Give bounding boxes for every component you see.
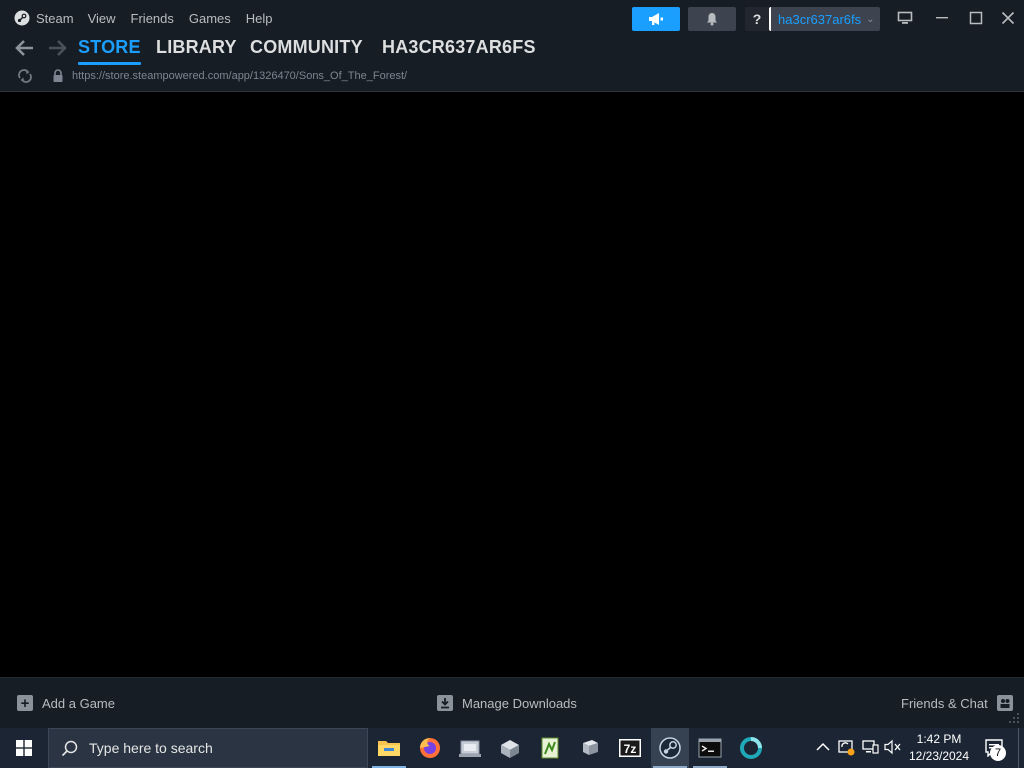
announcements-button[interactable] bbox=[632, 7, 680, 31]
search-placeholder: Type here to search bbox=[89, 740, 213, 756]
menu-bar: Steam View Friends Games Help bbox=[14, 0, 288, 36]
tab-store[interactable]: STORE bbox=[78, 37, 141, 65]
notepad-icon bbox=[541, 737, 559, 759]
menu-view[interactable]: View bbox=[88, 11, 116, 26]
arrow-right-icon bbox=[49, 40, 67, 56]
taskbar-clock[interactable]: 1:42 PM 12/23/2024 bbox=[905, 731, 973, 765]
volume-muted-icon bbox=[884, 739, 901, 755]
start-button[interactable] bbox=[0, 728, 48, 768]
notifications-button[interactable] bbox=[688, 7, 736, 31]
firefox-icon bbox=[420, 738, 440, 758]
windows-taskbar: Type here to search 7z 1:42 PM 12/23/202… bbox=[0, 728, 1024, 768]
bottom-bar: + Add a Game Manage Downloads Friends & … bbox=[0, 677, 1024, 728]
friends-chat-button[interactable]: Friends & Chat bbox=[901, 695, 1013, 711]
windows-logo-icon bbox=[16, 740, 32, 756]
drive-icon bbox=[583, 740, 598, 755]
tray-network[interactable] bbox=[861, 738, 879, 756]
terminal-icon bbox=[698, 738, 722, 758]
reload-icon[interactable] bbox=[17, 69, 33, 83]
title-bar: Steam View Friends Games Help ? ha3cr637… bbox=[0, 0, 1024, 36]
forward-button[interactable] bbox=[46, 38, 68, 58]
menu-help[interactable]: Help bbox=[246, 11, 273, 26]
notification-count-badge: 7 bbox=[990, 745, 1006, 761]
chevron-down-icon: ⌄ bbox=[866, 13, 875, 25]
chevron-up-icon bbox=[816, 742, 830, 751]
menu-view-label: View bbox=[87, 10, 116, 26]
menu-games-label: Games bbox=[188, 10, 231, 26]
plus-icon: + bbox=[17, 695, 33, 711]
tab-library[interactable]: LIBRARY bbox=[156, 37, 237, 58]
bell-icon bbox=[707, 13, 717, 26]
clock-date: 12/23/2024 bbox=[908, 749, 970, 763]
menu-friends-label: Friends bbox=[130, 10, 174, 26]
maximize-button[interactable] bbox=[963, 6, 989, 30]
update-icon bbox=[838, 740, 855, 756]
manage-downloads-label: Manage Downloads bbox=[462, 695, 577, 711]
tray-volume[interactable] bbox=[884, 738, 902, 756]
menu-help-label: Help bbox=[245, 10, 273, 26]
friends-icon bbox=[996, 695, 1013, 711]
nav-bar: STORE LIBRARY COMMUNITY HA3CR637AR6FS ht… bbox=[0, 36, 1024, 92]
steam-icon bbox=[659, 737, 681, 759]
menu-games[interactable]: Games bbox=[189, 11, 231, 26]
svg-text:7z: 7z bbox=[624, 742, 637, 756]
minimize-button[interactable] bbox=[929, 6, 955, 30]
taskbar-teal-ring[interactable] bbox=[732, 728, 770, 768]
url-bar[interactable]: https://store.steampowered.com/app/13264… bbox=[72, 70, 407, 82]
tab-community[interactable]: COMMUNITY bbox=[250, 37, 363, 58]
minimize-icon bbox=[936, 17, 948, 19]
show-desktop-button[interactable] bbox=[1018, 728, 1024, 768]
account-menu[interactable]: ha3cr637ar6fs ⌄ bbox=[769, 7, 880, 31]
ring-app-icon bbox=[740, 737, 762, 759]
tray-update[interactable] bbox=[837, 738, 855, 756]
add-game-button[interactable]: + Add a Game bbox=[17, 695, 115, 711]
back-button[interactable] bbox=[14, 38, 36, 58]
tab-profile[interactable]: HA3CR637AR6FS bbox=[382, 37, 536, 58]
taskbar-steam[interactable] bbox=[651, 728, 689, 768]
taskbar-search[interactable]: Type here to search bbox=[48, 728, 368, 768]
network-icon bbox=[862, 740, 879, 754]
manage-downloads-button[interactable]: Manage Downloads bbox=[437, 695, 577, 711]
tray-overflow-button[interactable] bbox=[814, 738, 832, 756]
steam-logo-icon bbox=[14, 10, 30, 26]
help-label: ? bbox=[752, 11, 762, 27]
taskbar-app-box[interactable] bbox=[491, 728, 529, 768]
menu-steam[interactable]: Steam bbox=[14, 10, 74, 26]
account-username: ha3cr637ar6fs bbox=[778, 11, 862, 27]
taskbar-app-drive[interactable] bbox=[571, 728, 609, 768]
taskbar-file-explorer[interactable] bbox=[370, 728, 408, 768]
maximize-icon bbox=[969, 11, 983, 25]
folder-icon bbox=[378, 741, 400, 756]
search-icon bbox=[61, 740, 78, 757]
app-window-icon bbox=[459, 740, 481, 757]
clock-time: 1:42 PM bbox=[916, 732, 962, 746]
download-icon bbox=[437, 695, 453, 711]
package-icon bbox=[501, 740, 519, 758]
help-button[interactable]: ? bbox=[745, 7, 769, 31]
menu-steam-label: Steam bbox=[36, 10, 74, 26]
7zip-icon: 7z bbox=[619, 739, 641, 757]
taskbar-app-grey[interactable] bbox=[451, 728, 489, 768]
resize-grip-icon[interactable] bbox=[1008, 712, 1020, 724]
store-page-content bbox=[0, 93, 1024, 677]
monitor-icon bbox=[897, 11, 913, 24]
lock-icon bbox=[53, 69, 63, 82]
taskbar-7zip[interactable]: 7z bbox=[611, 728, 649, 768]
friends-chat-label: Friends & Chat bbox=[901, 695, 988, 711]
big-picture-button[interactable] bbox=[892, 6, 918, 30]
close-button[interactable] bbox=[995, 6, 1021, 30]
arrow-left-icon bbox=[15, 40, 33, 56]
add-game-label: Add a Game bbox=[42, 695, 115, 711]
taskbar-firefox[interactable] bbox=[411, 728, 449, 768]
taskbar-terminal[interactable] bbox=[691, 728, 729, 768]
menu-friends[interactable]: Friends bbox=[131, 11, 174, 26]
taskbar-notepad-plus[interactable] bbox=[531, 728, 569, 768]
megaphone-icon bbox=[649, 13, 663, 25]
close-icon bbox=[1001, 11, 1015, 25]
